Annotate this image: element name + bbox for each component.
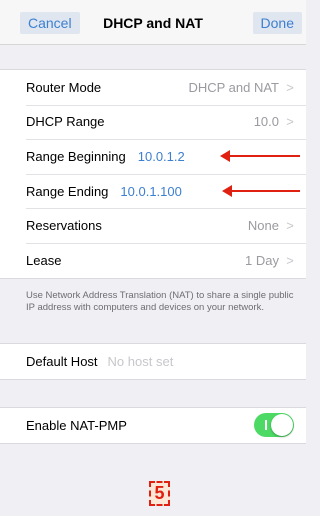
- dhcp-range-row[interactable]: DHCP Range 10.0 >: [0, 104, 306, 140]
- toggle-on-mark-icon: [265, 420, 267, 431]
- lease-row[interactable]: Lease 1 Day >: [0, 242, 306, 278]
- reservations-label: Reservations: [26, 218, 102, 234]
- chevron-right-icon: >: [286, 79, 294, 95]
- step-number-badge: 5: [149, 481, 170, 506]
- router-mode-row[interactable]: Router Mode DHCP and NAT >: [0, 70, 306, 105]
- navigation-bar: Cancel DHCP and NAT Done: [0, 0, 306, 45]
- annotation-arrow-icon: [220, 150, 300, 163]
- reservations-row[interactable]: Reservations None >: [0, 208, 306, 243]
- chevron-right-icon: >: [286, 252, 294, 268]
- range-ending-field[interactable]: 10.0.1.100: [120, 184, 181, 199]
- nat-description: Use Network Address Translation (NAT) to…: [26, 290, 294, 313]
- default-host-label: Default Host: [26, 353, 98, 369]
- nat-pmp-row: Enable NAT-PMP: [0, 408, 306, 443]
- dhcp-range-value: 10.0: [253, 114, 279, 130]
- done-button[interactable]: Done: [252, 12, 302, 34]
- range-beginning-field[interactable]: 10.0.1.2: [138, 149, 185, 164]
- router-mode-value: DHCP and NAT: [188, 79, 279, 95]
- router-mode-label: Router Mode: [26, 79, 102, 95]
- nat-pmp-group: Enable NAT-PMP: [0, 407, 306, 444]
- toggle-knob: [271, 414, 293, 437]
- reservations-value: None: [247, 218, 279, 234]
- chevron-right-icon: >: [286, 114, 294, 130]
- range-beginning-label: Range Beginning: [26, 148, 126, 164]
- default-host-group: Default Host No host set: [0, 343, 306, 380]
- default-host-field[interactable]: No host set: [108, 354, 174, 369]
- lease-label: Lease: [26, 252, 62, 268]
- dhcp-range-label: DHCP Range: [26, 114, 105, 130]
- nat-pmp-toggle[interactable]: [254, 413, 294, 438]
- range-beginning-row: Range Beginning 10.0.1.2: [0, 139, 306, 174]
- nat-pmp-label: Enable NAT-PMP: [26, 417, 127, 433]
- chevron-right-icon: >: [286, 218, 294, 234]
- range-ending-row: Range Ending 10.0.1.100: [0, 173, 306, 209]
- range-ending-label: Range Ending: [26, 183, 109, 199]
- settings-group: Router Mode DHCP and NAT > DHCP Range 10…: [0, 69, 306, 279]
- lease-value: 1 Day: [245, 252, 279, 268]
- default-host-row[interactable]: Default Host No host set: [0, 344, 306, 379]
- annotation-arrow-icon: [222, 184, 300, 197]
